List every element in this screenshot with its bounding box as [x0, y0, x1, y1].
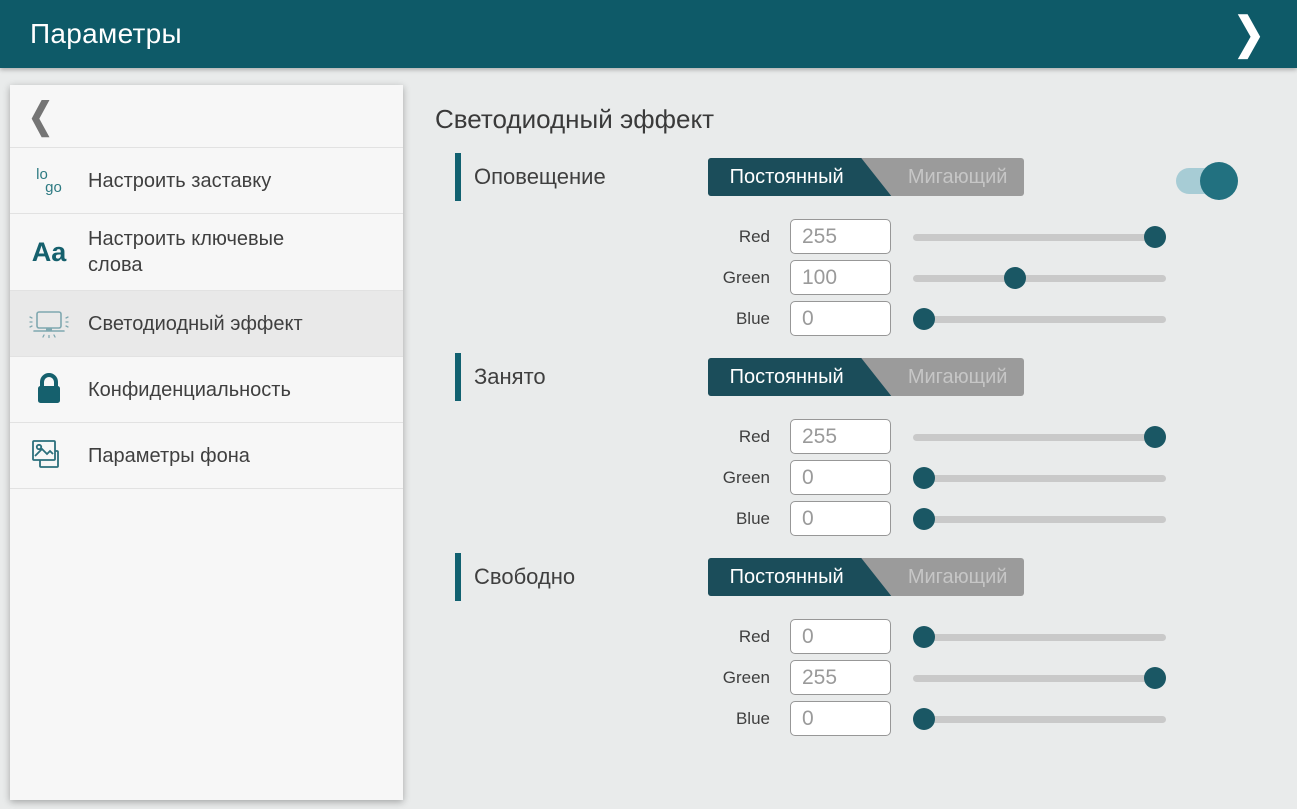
mode-constant-button[interactable]: Постоянный: [708, 158, 891, 196]
slider-track: [913, 716, 1166, 723]
mode-constant-button[interactable]: Постоянный: [708, 358, 891, 396]
green-slider[interactable]: [913, 666, 1166, 690]
sidebar-item-label: Настроить ключевые слова: [88, 226, 338, 278]
red-channel-row: Red: [455, 419, 1240, 454]
red-slider[interactable]: [913, 225, 1166, 249]
mode-segmented-control: Постоянный Мигающий: [708, 558, 1024, 596]
red-channel-row: Red: [455, 619, 1240, 654]
slider-track: [913, 316, 1166, 323]
alert-enable-toggle[interactable]: [1176, 162, 1238, 200]
section-title: Оповещение: [474, 164, 606, 190]
led-effect-panel: Светодиодный эффект Оповещение Постоянны…: [403, 68, 1263, 809]
blue-value-input[interactable]: [790, 301, 891, 336]
slider-thumb[interactable]: [1144, 667, 1166, 689]
font-aa-icon: Aa: [10, 237, 88, 268]
sidebar-item-label: Светодиодный эффект: [88, 311, 303, 337]
sidebar-item-background[interactable]: Параметры фона: [10, 423, 403, 489]
section-title: Свободно: [474, 564, 575, 590]
mode-constant-button[interactable]: Постоянный: [708, 558, 891, 596]
red-label: Red: [455, 427, 790, 447]
green-label: Green: [455, 268, 790, 288]
sidebar-item-screensaver[interactable]: logo Настроить заставку: [10, 148, 403, 214]
toggle-thumb: [1200, 162, 1238, 200]
sidebar-item-privacy[interactable]: Конфиденциальность: [10, 357, 403, 423]
slider-track: [913, 234, 1166, 241]
slider-thumb[interactable]: [913, 508, 935, 530]
section-accent-bar: [455, 353, 461, 401]
green-value-input[interactable]: [790, 460, 891, 495]
page-title: Параметры: [30, 18, 182, 50]
sidebar-item-label: Настроить заставку: [88, 168, 271, 194]
blue-label: Blue: [455, 709, 790, 729]
red-value-input[interactable]: [790, 219, 891, 254]
sidebar-item-label: Конфиденциальность: [88, 377, 291, 403]
blue-slider[interactable]: [913, 707, 1166, 731]
led-display-icon: [10, 309, 88, 339]
mode-blinking-button[interactable]: Мигающий: [891, 158, 1024, 196]
app-header: Параметры ❯: [0, 0, 1297, 68]
mode-segmented-control: Постоянный Мигающий: [708, 358, 1024, 396]
sidebar-item-led-effect[interactable]: Светодиодный эффект: [10, 291, 403, 357]
mode-blinking-button[interactable]: Мигающий: [891, 558, 1024, 596]
slider-thumb[interactable]: [913, 467, 935, 489]
slider-thumb[interactable]: [1144, 226, 1166, 248]
slider-track: [913, 434, 1166, 441]
blue-value-input[interactable]: [790, 501, 891, 536]
red-value-input[interactable]: [790, 619, 891, 654]
slider-thumb[interactable]: [913, 708, 935, 730]
sidebar-item-keywords[interactable]: Aa Настроить ключевые слова: [10, 214, 403, 291]
section-busy: Занято Постоянный Мигающий Red Green: [455, 353, 1240, 536]
green-channel-row: Green: [455, 460, 1240, 495]
settings-sidebar: ❮ logo Настроить заставку Aa Настроить к…: [10, 85, 403, 800]
green-slider[interactable]: [913, 266, 1166, 290]
slider-thumb[interactable]: [1144, 426, 1166, 448]
slider-thumb[interactable]: [913, 308, 935, 330]
red-value-input[interactable]: [790, 419, 891, 454]
slider-track: [913, 675, 1166, 682]
red-slider[interactable]: [913, 425, 1166, 449]
lock-icon: [10, 373, 88, 407]
panel-title: Светодиодный эффект: [435, 104, 1263, 135]
section-alert: Оповещение Постоянный Мигающий Red: [455, 153, 1240, 336]
green-label: Green: [455, 668, 790, 688]
blue-value-input[interactable]: [790, 701, 891, 736]
blue-channel-row: Blue: [455, 301, 1240, 336]
mode-blinking-button[interactable]: Мигающий: [891, 358, 1024, 396]
sidebar-item-label: Параметры фона: [88, 443, 250, 469]
blue-label: Blue: [455, 309, 790, 329]
section-title: Занято: [474, 364, 546, 390]
blue-slider[interactable]: [913, 507, 1166, 531]
slider-thumb[interactable]: [913, 626, 935, 648]
logo-icon: logo: [10, 168, 88, 194]
slider-track: [913, 634, 1166, 641]
blue-label: Blue: [455, 509, 790, 529]
green-channel-row: Green: [455, 260, 1240, 295]
images-icon: [10, 439, 88, 473]
slider-track: [913, 516, 1166, 523]
mode-segmented-control: Постоянный Мигающий: [708, 158, 1024, 196]
red-slider[interactable]: [913, 625, 1166, 649]
green-value-input[interactable]: [790, 660, 891, 695]
slider-track: [913, 275, 1166, 282]
red-label: Red: [455, 227, 790, 247]
section-free: Свободно Постоянный Мигающий Red Green: [455, 553, 1240, 736]
section-accent-bar: [455, 153, 461, 201]
sidebar-back-button[interactable]: ❮: [10, 85, 403, 148]
green-channel-row: Green: [455, 660, 1240, 695]
back-chevron-icon: ❮: [28, 95, 53, 137]
green-slider[interactable]: [913, 466, 1166, 490]
green-value-input[interactable]: [790, 260, 891, 295]
blue-channel-row: Blue: [455, 701, 1240, 736]
blue-slider[interactable]: [913, 307, 1166, 331]
forward-chevron-icon[interactable]: ❯: [1223, 12, 1275, 56]
section-accent-bar: [455, 553, 461, 601]
blue-channel-row: Blue: [455, 501, 1240, 536]
green-label: Green: [455, 468, 790, 488]
red-label: Red: [455, 627, 790, 647]
slider-track: [913, 475, 1166, 482]
red-channel-row: Red: [455, 219, 1240, 254]
slider-thumb[interactable]: [1004, 267, 1026, 289]
